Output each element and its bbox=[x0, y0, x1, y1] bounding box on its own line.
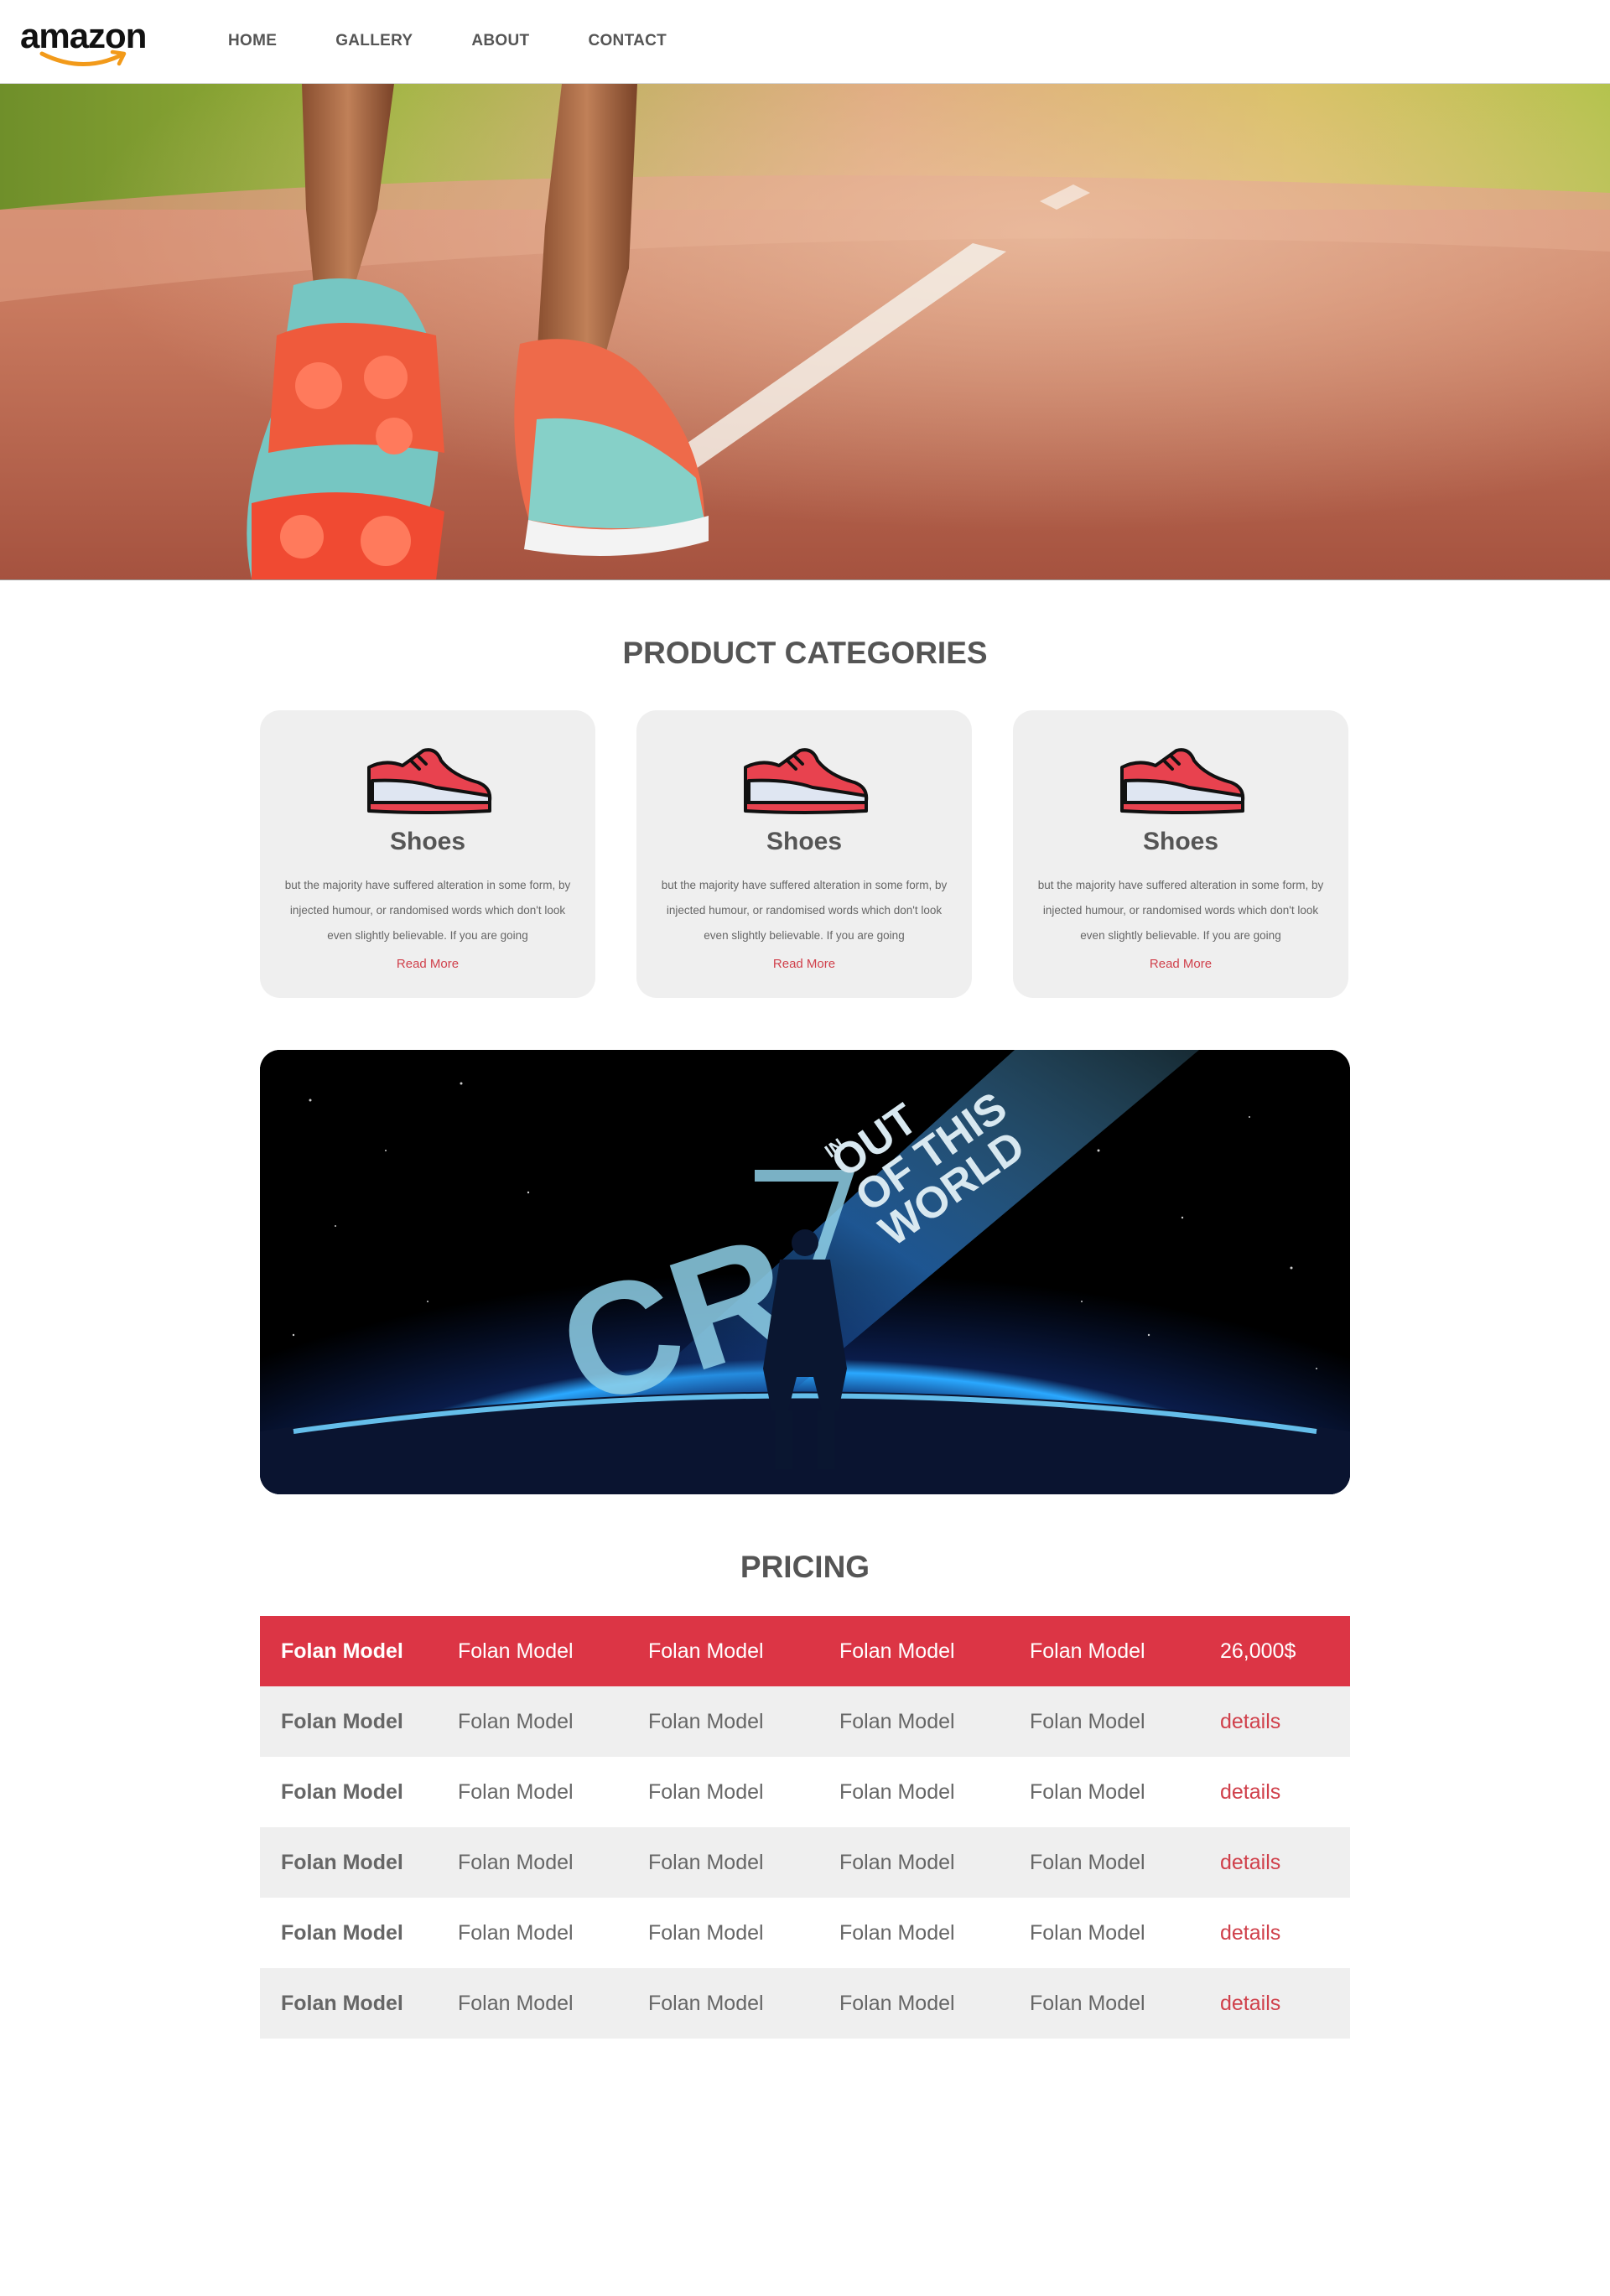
details-link[interactable]: details bbox=[1220, 1851, 1280, 1874]
nav-gallery[interactable]: GALLERY bbox=[335, 32, 413, 50]
table-cell: Folan Model bbox=[260, 1968, 458, 2039]
table-cell: Folan Model bbox=[1030, 1757, 1220, 1827]
shoe-icon bbox=[744, 748, 869, 814]
main-nav: HOME GALLERY ABOUT CONTACT bbox=[228, 32, 667, 50]
cr7-banner-image: CR IN OUT OF THIS WORLD bbox=[260, 1050, 1350, 1494]
table-cell: Folan Model bbox=[260, 1757, 458, 1827]
card-title: Shoes bbox=[1142, 828, 1219, 855]
table-cell: Folan Model bbox=[458, 1968, 648, 2039]
promo-banner[interactable]: CR IN OUT OF THIS WORLD bbox=[260, 1050, 1350, 1494]
table-cell: Folan Model bbox=[1030, 1898, 1220, 1968]
running-shoes-photo bbox=[0, 84, 1610, 579]
nav-contact[interactable]: CONTACT bbox=[588, 32, 667, 50]
shoe-icon bbox=[1120, 748, 1245, 814]
nav-about[interactable]: ABOUT bbox=[471, 32, 529, 50]
table-cell: Folan Model bbox=[260, 1898, 458, 1968]
categories-title: PRODUCT CATEGORIES bbox=[622, 636, 988, 670]
table-cell: Folan Model bbox=[648, 1757, 839, 1827]
details-link[interactable]: details bbox=[1220, 1710, 1280, 1733]
read-more-link[interactable]: Read More bbox=[636, 957, 972, 971]
card-title: Shoes bbox=[766, 828, 843, 855]
details-link[interactable]: details bbox=[1220, 1992, 1280, 2015]
pricing-table: Folan Model Folan Model Folan Model Fola… bbox=[260, 1616, 1350, 2039]
card-description: but the majority have suffered alteratio… bbox=[284, 879, 571, 942]
logo-smile-icon bbox=[39, 49, 127, 66]
table-cell: Folan Model bbox=[458, 1686, 648, 1757]
pricing-title: PRICING bbox=[740, 1550, 870, 1584]
details-link[interactable]: details bbox=[1220, 1921, 1280, 1945]
category-card: Shoes but the majority have suffered alt… bbox=[1013, 710, 1348, 998]
category-card: Shoes but the majority have suffered alt… bbox=[260, 710, 595, 998]
shoe-icon bbox=[367, 748, 492, 814]
table-cell: Folan Model bbox=[648, 1898, 839, 1968]
pricing-header-cell: Folan Model bbox=[458, 1616, 648, 1686]
pricing-header-cell: Folan Model bbox=[648, 1616, 839, 1686]
table-cell: Folan Model bbox=[458, 1757, 648, 1827]
table-row: Folan Model Folan Model Folan Model Fola… bbox=[260, 1757, 1350, 1827]
read-more-link[interactable]: Read More bbox=[1013, 957, 1348, 971]
table-cell: Folan Model bbox=[458, 1898, 648, 1968]
table-cell: Folan Model bbox=[839, 1827, 1030, 1898]
details-link[interactable]: details bbox=[1220, 1780, 1280, 1804]
table-cell: Folan Model bbox=[648, 1968, 839, 2039]
table-cell: Folan Model bbox=[1030, 1686, 1220, 1757]
table-cell: Folan Model bbox=[648, 1686, 839, 1757]
table-cell: Folan Model bbox=[839, 1968, 1030, 2039]
table-cell: Folan Model bbox=[839, 1898, 1030, 1968]
card-description: but the majority have suffered alteratio… bbox=[1037, 879, 1324, 942]
pricing-price: 26,000$ bbox=[1220, 1616, 1350, 1686]
pricing-header-cell: Folan Model bbox=[839, 1616, 1030, 1686]
read-more-link[interactable]: Read More bbox=[260, 957, 595, 971]
nav-home[interactable]: HOME bbox=[228, 32, 277, 50]
table-row: Folan Model Folan Model Folan Model Fola… bbox=[260, 1968, 1350, 2039]
amazon-logo[interactable]: amazon bbox=[20, 18, 154, 69]
table-cell: Folan Model bbox=[1030, 1827, 1220, 1898]
site-header: amazon HOME GALLERY ABOUT CONTACT bbox=[0, 0, 1610, 84]
card-title: Shoes bbox=[389, 828, 466, 855]
table-cell: Folan Model bbox=[458, 1827, 648, 1898]
pricing-header-cell: Folan Model bbox=[260, 1616, 458, 1686]
table-row: Folan Model Folan Model Folan Model Fola… bbox=[260, 1898, 1350, 1968]
table-cell: Folan Model bbox=[1030, 1968, 1220, 2039]
hero-image bbox=[0, 84, 1610, 580]
table-cell: Folan Model bbox=[260, 1686, 458, 1757]
table-row: Folan Model Folan Model Folan Model Fola… bbox=[260, 1686, 1350, 1757]
table-row: Folan Model Folan Model Folan Model Fola… bbox=[260, 1827, 1350, 1898]
card-description: but the majority have suffered alteratio… bbox=[661, 879, 948, 942]
category-card: Shoes but the majority have suffered alt… bbox=[636, 710, 972, 998]
pricing-header-row: Folan Model Folan Model Folan Model Fola… bbox=[260, 1616, 1350, 1686]
table-cell: Folan Model bbox=[648, 1827, 839, 1898]
pricing-header-cell: Folan Model bbox=[1030, 1616, 1220, 1686]
table-cell: Folan Model bbox=[839, 1686, 1030, 1757]
table-cell: Folan Model bbox=[839, 1757, 1030, 1827]
table-cell: Folan Model bbox=[260, 1827, 458, 1898]
